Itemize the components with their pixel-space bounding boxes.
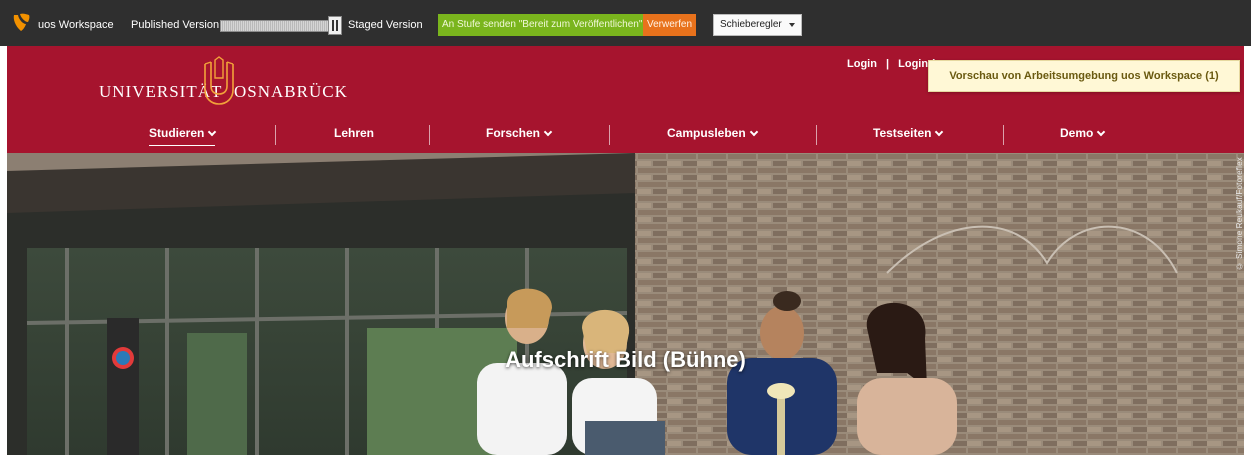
workspace-preview-tooltip: Vorschau von Arbeitsumgebung uos Workspa… xyxy=(928,60,1240,92)
view-mode-select[interactable]: Schieberegler xyxy=(713,14,802,36)
nav-item-demo[interactable]: Demo xyxy=(1060,126,1106,146)
nav-item-campusleben[interactable]: Campusleben xyxy=(667,126,758,146)
nav-separator xyxy=(429,125,430,145)
logo-text-right: OSNABRÜCK xyxy=(234,82,348,101)
main-navigation: Studieren Lehren Forschen Campusleben Te… xyxy=(7,118,1244,153)
photo-credit: © Simone Reukauf/Fotoreflex xyxy=(1235,157,1244,271)
workspace-title: uos Workspace xyxy=(38,19,114,31)
chevron-down-icon xyxy=(749,127,758,137)
nav-item-label: Campusleben xyxy=(667,126,746,140)
university-emblem-icon xyxy=(204,56,234,105)
nav-item-label: Lehren xyxy=(334,126,375,140)
nav-item-forschen[interactable]: Forschen xyxy=(486,126,553,146)
login-separator: | xyxy=(886,58,890,70)
nav-separator xyxy=(1003,125,1004,145)
chevron-down-icon xyxy=(543,127,553,137)
workspace-toolbar: uos Workspace Published Version Staged V… xyxy=(0,0,1251,46)
nav-item-label: Studieren xyxy=(149,126,205,140)
nav-item-lehren[interactable]: Lehren xyxy=(334,126,374,146)
nav-separator xyxy=(609,125,610,145)
version-slider-handle[interactable] xyxy=(328,16,342,35)
nav-item-testseiten[interactable]: Testseiten xyxy=(873,126,944,146)
hero-photo xyxy=(7,153,1244,455)
hero-stage-image: Aufschrift Bild (Bühne) © Simone Reukauf… xyxy=(7,153,1244,455)
version-slider-track[interactable] xyxy=(220,20,342,32)
chevron-down-icon xyxy=(1097,127,1106,137)
nav-item-label: Forschen xyxy=(486,126,541,140)
login-links: Login | Login ( xyxy=(847,58,941,70)
nav-separator xyxy=(275,125,276,145)
chevron-down-icon xyxy=(208,127,217,137)
nav-separator xyxy=(816,125,817,145)
chevron-down-icon xyxy=(935,127,944,137)
nav-item-label: Testseiten xyxy=(873,126,932,140)
view-mode-select-value: Schieberegler xyxy=(720,19,782,30)
nav-item-label: Demo xyxy=(1060,126,1094,140)
nav-item-studieren[interactable]: Studieren xyxy=(149,126,217,146)
chevron-down-icon xyxy=(789,23,795,27)
send-to-stage-button[interactable]: An Stufe senden "Bereit zum Veröffentlic… xyxy=(438,14,647,36)
staged-version-label: Staged Version xyxy=(348,19,423,31)
university-logo[interactable]: UNIVERSITÄT OSNABRÜCK xyxy=(99,54,347,110)
stage-caption: Aufschrift Bild (Bühne) xyxy=(505,347,746,372)
published-version-label: Published Version xyxy=(131,19,220,31)
typo3-logo-icon xyxy=(13,13,30,31)
discard-button[interactable]: Verwerfen xyxy=(643,14,696,36)
login-link[interactable]: Login xyxy=(847,58,877,70)
